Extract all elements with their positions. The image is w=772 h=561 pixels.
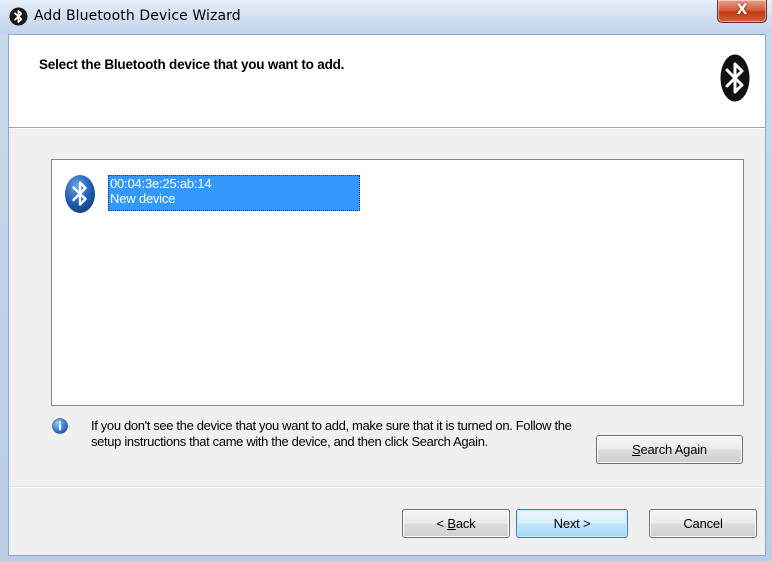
bluetooth-logo-icon: [720, 54, 750, 102]
back-prefix: <: [436, 516, 448, 531]
search-again-mnemonic: S: [632, 442, 641, 457]
window-title: Add Bluetooth Device Wizard: [34, 8, 241, 24]
wizard-client-area: Select the Bluetooth device that you wan…: [8, 34, 766, 556]
device-name: New device: [110, 191, 176, 206]
title-bar[interactable]: Add Bluetooth Device Wizard X: [0, 0, 772, 34]
bluetooth-device-icon: [65, 175, 95, 213]
bluetooth-icon: [9, 7, 28, 26]
footer-divider: [9, 486, 765, 488]
help-text: If you don't see the device that you wan…: [91, 418, 572, 449]
header-divider: [9, 128, 765, 129]
wizard-window: Add Bluetooth Device Wizard X Select the…: [0, 0, 772, 561]
page-title: Select the Bluetooth device that you wan…: [39, 57, 345, 72]
wizard-header: Select the Bluetooth device that you wan…: [9, 35, 765, 128]
back-label: ack: [455, 516, 476, 531]
list-item[interactable]: 00:04:3e:25:ab:14 New device: [64, 172, 362, 213]
close-button[interactable]: X: [717, 0, 767, 23]
cancel-button[interactable]: Cancel: [649, 509, 757, 538]
back-button[interactable]: < Back: [402, 509, 510, 538]
back-mnemonic: B: [447, 516, 456, 531]
device-label-selected: 00:04:3e:25:ab:14 New device: [108, 175, 360, 211]
search-again-button[interactable]: Search Again: [596, 435, 743, 464]
search-again-label: earch Again: [640, 442, 708, 457]
next-button[interactable]: Next >: [516, 509, 628, 538]
device-address: 00:04:3e:25:ab:14: [110, 176, 212, 191]
info-icon: [52, 418, 68, 434]
device-list[interactable]: 00:04:3e:25:ab:14 New device: [51, 159, 744, 406]
